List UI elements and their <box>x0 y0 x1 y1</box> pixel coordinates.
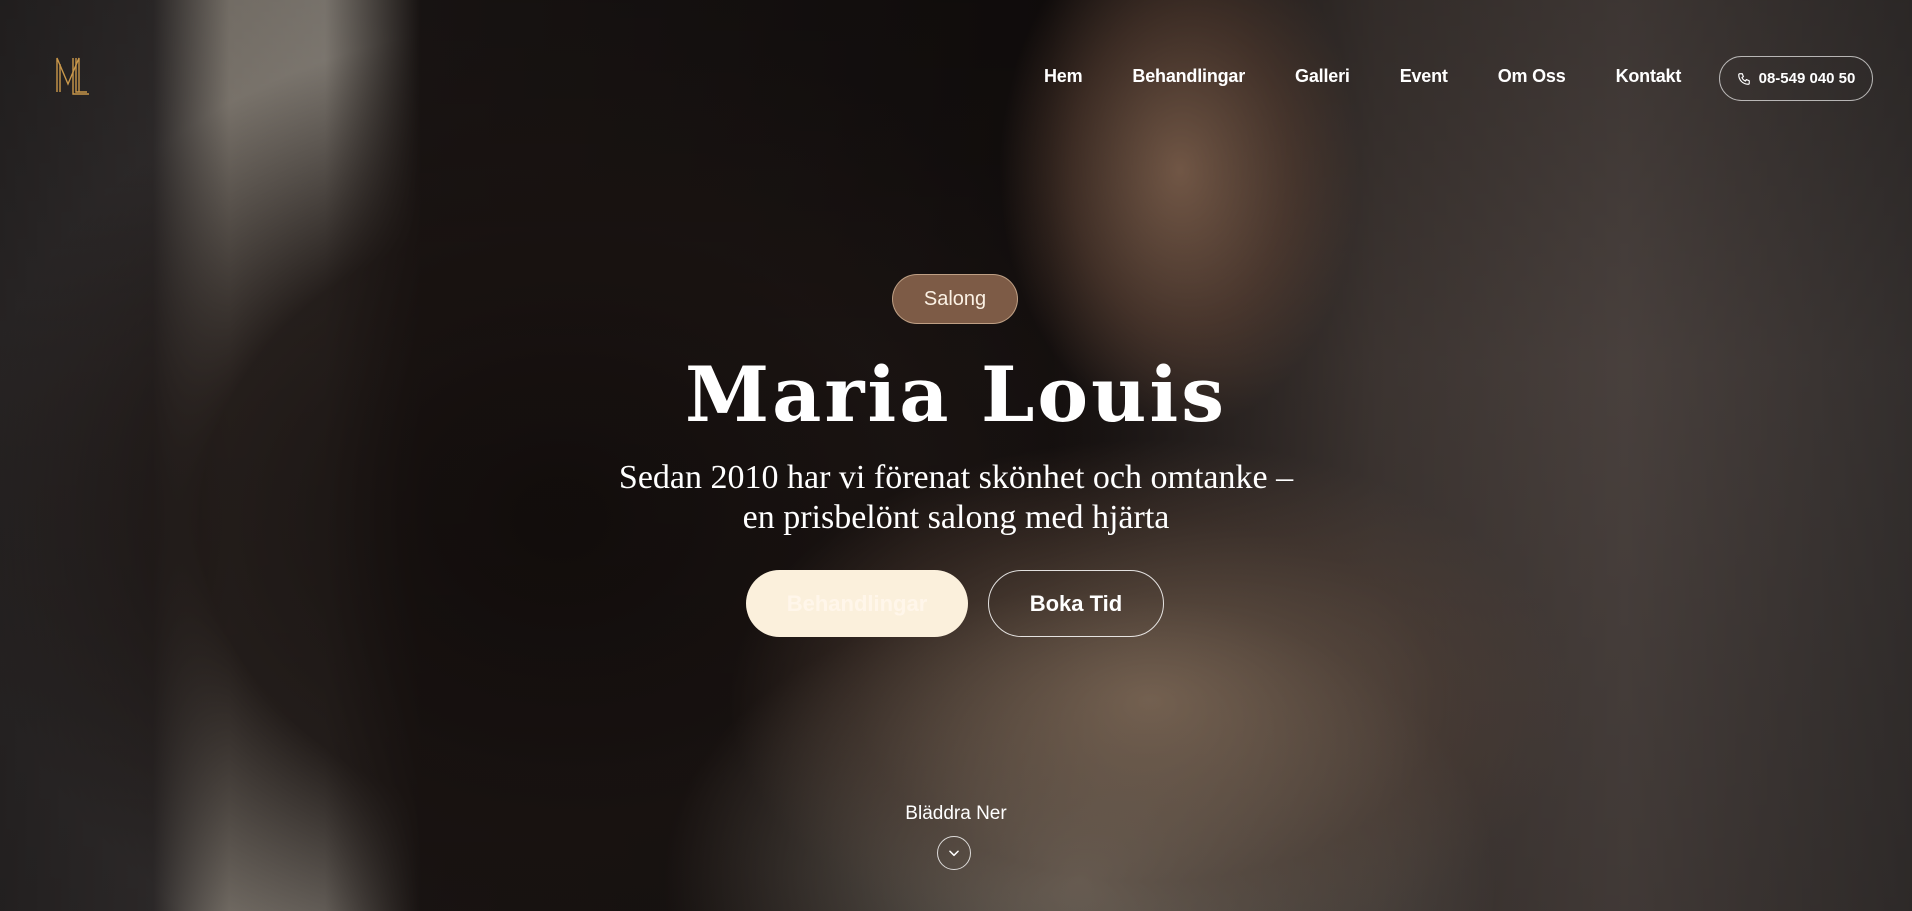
nav-item-behandlingar[interactable]: Behandlingar <box>1132 66 1245 87</box>
logo-icon <box>56 57 89 95</box>
book-appointment-button[interactable]: Boka Tid <box>988 570 1164 637</box>
site-header: Hem Behandlingar Galleri Event Om Oss Ko… <box>0 0 1912 160</box>
page-title: Maria Louis <box>684 350 1228 439</box>
nav-item-event[interactable]: Event <box>1400 66 1448 87</box>
chevron-down-icon <box>949 850 959 857</box>
treatments-button[interactable]: Behandlingar <box>746 570 968 637</box>
hero-subtitle: Sedan 2010 har vi förenat skönhet och om… <box>556 458 1356 538</box>
hero-section: Hem Behandlingar Galleri Event Om Oss Ko… <box>0 0 1912 911</box>
nav-item-kontakt[interactable]: Kontakt <box>1616 66 1682 87</box>
category-badge: Salong <box>892 274 1018 324</box>
hero-subtitle-line-1: Sedan 2010 har vi förenat skönhet och om… <box>618 459 1294 496</box>
main-nav: Hem Behandlingar Galleri Event Om Oss Ko… <box>1044 66 1681 87</box>
scroll-down-button[interactable] <box>937 836 971 870</box>
phone-number: 08-549 040 50 <box>1758 70 1856 87</box>
phone-button[interactable]: 08-549 040 50 <box>1719 56 1873 101</box>
nav-item-om-oss[interactable]: Om Oss <box>1498 66 1566 87</box>
scroll-down-label: Bläddra Ner <box>905 803 1007 824</box>
phone-icon <box>1737 72 1750 85</box>
hero-subtitle-line-2: en prisbelönt salong med hjärta <box>742 499 1170 536</box>
nav-item-hem[interactable]: Hem <box>1044 66 1083 87</box>
nav-item-galleri[interactable]: Galleri <box>1295 66 1350 87</box>
logo[interactable] <box>54 54 90 96</box>
